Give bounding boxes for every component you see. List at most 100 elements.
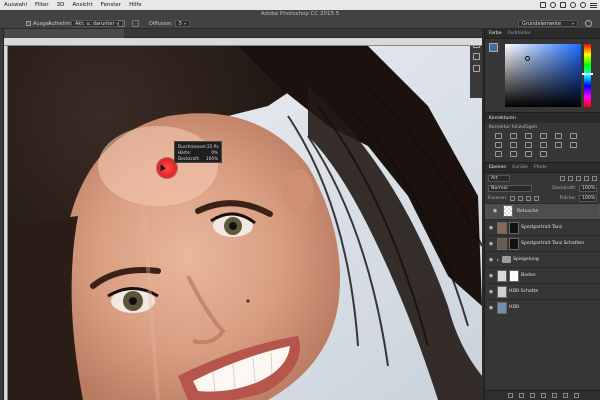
new-layer-icon[interactable] — [562, 393, 568, 398]
layers-panel: Ebenen Kanäle Pfade Art Normal Deckkraft… — [485, 162, 600, 315]
layer-row[interactable]: ◉ Sportportrait Tanz — [485, 219, 600, 235]
selective-color-icon[interactable] — [540, 151, 547, 157]
add-mask-icon[interactable] — [529, 393, 535, 398]
display-icon[interactable] — [560, 2, 566, 8]
hue-slider-handle[interactable] — [582, 73, 593, 75]
layer-filter-select[interactable]: Art — [488, 174, 510, 182]
shape-filter-icon[interactable] — [584, 175, 589, 181]
smart-object-filter-icon[interactable] — [592, 175, 597, 181]
lock-pixels-icon[interactable] — [518, 195, 524, 201]
layer-mask-thumbnail[interactable] — [509, 221, 519, 234]
type-filter-icon[interactable] — [576, 175, 581, 181]
menu-hilfe[interactable]: Hilfe — [125, 0, 146, 10]
ignore-adjustment-layers-icon[interactable] — [118, 20, 125, 27]
blend-mode-select[interactable]: Normal — [488, 184, 532, 192]
color-lookup-icon[interactable] — [555, 142, 562, 148]
vibrance-icon[interactable] — [555, 133, 562, 139]
lock-position-icon[interactable] — [526, 195, 532, 201]
gradient-map-icon[interactable] — [525, 151, 532, 157]
eye-icon[interactable]: ◉ — [485, 241, 497, 247]
lock-all-icon[interactable] — [534, 195, 540, 201]
color-picker-ring[interactable] — [525, 56, 530, 61]
link-layers-icon[interactable] — [507, 393, 513, 398]
tab-kanaele[interactable]: Kanäle — [512, 165, 528, 170]
trash-icon[interactable] — [573, 393, 579, 398]
layer-mask-thumbnail[interactable] — [509, 269, 519, 282]
fill-field[interactable]: 100% — [579, 194, 597, 202]
fill-label: Fläche: — [559, 195, 576, 201]
tab-pfade[interactable]: Pfade — [534, 165, 547, 170]
layer-row[interactable]: ◉ Retusche — [485, 203, 600, 219]
lock-transparent-icon[interactable] — [510, 195, 516, 201]
eye-icon[interactable]: ◉ — [485, 305, 497, 311]
app-status-icon[interactable] — [540, 2, 546, 8]
new-group-icon[interactable] — [551, 393, 557, 398]
color-field[interactable] — [505, 44, 581, 107]
layer-name: Boden — [521, 273, 536, 278]
tab-farbe[interactable]: Farbe — [489, 31, 502, 36]
levels-icon[interactable] — [510, 133, 517, 139]
eye-icon[interactable]: ◉ — [489, 208, 501, 214]
app-title: Adobe Photoshop CC 2015.5 — [260, 11, 340, 17]
layer-row[interactable]: ◉ Boden — [485, 267, 600, 283]
menu-fenster[interactable]: Fenster — [97, 0, 125, 10]
tab-farbfelder[interactable]: Farbfelder — [508, 31, 531, 36]
menu-auswahl[interactable]: Auswahl — [0, 0, 31, 10]
invert-icon[interactable] — [570, 142, 577, 148]
new-adjustment-icon[interactable] — [540, 393, 546, 398]
portrait-photo — [8, 46, 482, 400]
tab-ebenen[interactable]: Ebenen — [489, 165, 506, 170]
menu-3d[interactable]: 3D — [53, 0, 69, 10]
photo-filter-icon[interactable] — [525, 142, 532, 148]
posterize-icon[interactable] — [495, 151, 502, 157]
color-balance-icon[interactable] — [495, 142, 502, 148]
diffusion-select[interactable]: 5 ▾ — [174, 20, 190, 27]
layer-mask-thumbnail[interactable] — [509, 237, 519, 250]
sample-select[interactable]: Akt. u. darunter ▾ — [71, 20, 123, 27]
layer-row[interactable]: ◉ HDR — [485, 299, 600, 315]
spotlight-icon[interactable] — [580, 2, 586, 8]
foreground-color-swatch[interactable] — [489, 43, 498, 52]
threshold-icon[interactable] — [510, 151, 517, 157]
brightness-icon[interactable] — [495, 133, 502, 139]
properties-panel-icon[interactable] — [472, 53, 480, 60]
search-icon[interactable] — [585, 20, 592, 27]
eye-icon[interactable]: ◉ — [485, 225, 497, 231]
sample-select-wrap: Akt. u. darunter ▾ — [71, 20, 123, 27]
document-tab[interactable] — [4, 29, 124, 38]
corrections-title[interactable]: Korrekturen — [485, 113, 600, 123]
channel-mixer-icon[interactable] — [540, 142, 547, 148]
eye-icon[interactable]: ◉ — [485, 273, 497, 279]
black-white-icon[interactable] — [510, 142, 517, 148]
layer-group-row[interactable]: ◉ ▸ Spiegelung — [485, 251, 600, 267]
eye-icon[interactable]: ◉ — [485, 257, 497, 263]
image-canvas[interactable] — [8, 46, 482, 400]
adjustment-filter-icon[interactable] — [568, 175, 573, 181]
sample-all-option: Ausgei — [26, 20, 50, 27]
hue-slider[interactable] — [584, 44, 591, 107]
brush-panel-icon[interactable] — [472, 65, 480, 72]
layer-row[interactable]: ◉ Sportportrait Tanz Schatten — [485, 235, 600, 251]
sample-checkbox[interactable] — [26, 21, 31, 26]
pressure-size-icon[interactable] — [132, 20, 139, 27]
eye-icon[interactable]: ◉ — [485, 289, 497, 295]
layer-name: Sportportrait Tanz — [521, 225, 563, 230]
ignore-adjustment-button-wrap — [118, 20, 125, 27]
curves-icon[interactable] — [525, 133, 532, 139]
hue-saturation-icon[interactable] — [570, 133, 577, 139]
menu-filter[interactable]: Filter — [31, 0, 53, 10]
opacity-field[interactable]: 100% — [579, 184, 597, 192]
menu-ansicht[interactable]: Ansicht — [68, 0, 96, 10]
horizontal-ruler[interactable] — [4, 38, 482, 46]
history-panel-icon[interactable] — [472, 46, 480, 48]
workspace-select[interactable]: Grundelemente ▾ — [518, 20, 578, 27]
layer-style-icon[interactable] — [518, 393, 524, 398]
wifi-icon[interactable] — [570, 2, 576, 8]
sync-icon[interactable] — [550, 2, 556, 8]
right-panel-dock: Farbe Farbfelder Korrekturen Korrektur h… — [484, 29, 600, 400]
layer-row[interactable]: ◉ HDR Schatte — [485, 283, 600, 299]
layer-filter-row: Art — [485, 173, 600, 183]
exposure-icon[interactable] — [540, 133, 547, 139]
notification-center-icon[interactable] — [590, 2, 597, 8]
pixel-filter-icon[interactable] — [560, 175, 565, 181]
